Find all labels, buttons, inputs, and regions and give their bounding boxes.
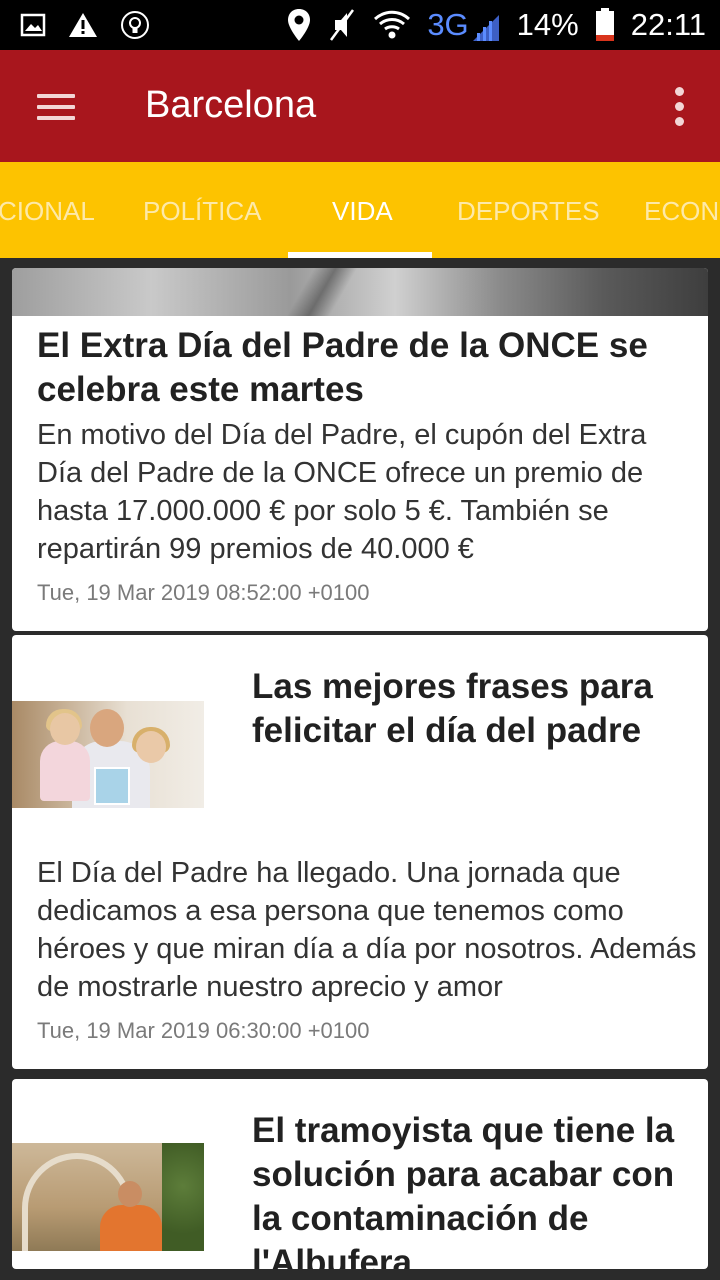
article-image bbox=[12, 268, 708, 316]
article-image bbox=[12, 701, 204, 808]
article-date: Tue, 19 Mar 2019 08:52:00 +0100 bbox=[37, 580, 370, 605]
clock: 22:11 bbox=[630, 7, 706, 42]
status-bar: 3G 14% 22:11 bbox=[0, 0, 720, 50]
article-card[interactable]: El Extra Día del Padre de la ONCE se cel… bbox=[12, 268, 708, 631]
tab-deportes[interactable]: DEPORTES bbox=[457, 162, 600, 258]
status-bar-left bbox=[20, 10, 150, 40]
battery-icon bbox=[595, 8, 614, 41]
tab-vida[interactable]: VIDA bbox=[332, 162, 393, 258]
wifi-icon bbox=[374, 10, 411, 39]
category-tabs: CIONAL POLÍTICA VIDA DEPORTES ECONO bbox=[0, 162, 720, 258]
app-toolbar: Barcelona bbox=[0, 50, 720, 162]
tab-politica[interactable]: POLÍTICA bbox=[143, 162, 261, 258]
active-tab-indicator bbox=[288, 252, 432, 258]
signal-icon bbox=[472, 15, 499, 41]
article-card[interactable]: El tramoyista que tiene la solución para… bbox=[12, 1079, 708, 1269]
battery-percent: 14% bbox=[516, 7, 579, 42]
article-title: El Extra Día del Padre de la ONCE se cel… bbox=[37, 326, 648, 409]
tab-economia[interactable]: ECONO bbox=[644, 162, 720, 258]
article-card[interactable]: Las mejores frases para felicitar el día… bbox=[12, 635, 708, 1069]
location-icon bbox=[288, 9, 311, 41]
article-image bbox=[12, 1143, 204, 1251]
status-bar-right: 3G 14% 22:11 bbox=[287, 6, 706, 44]
article-description: El Día del Padre ha llegado. Una jornada… bbox=[37, 857, 697, 1003]
tab-nacional[interactable]: CIONAL bbox=[0, 162, 95, 258]
article-title: Las mejores frases para felicitar el día… bbox=[252, 667, 653, 750]
network-indicator: 3G bbox=[427, 7, 500, 43]
hamburger-menu-icon[interactable] bbox=[30, 84, 82, 130]
article-title: El tramoyista que tiene la solución para… bbox=[252, 1111, 675, 1269]
network-type-text: 3G bbox=[427, 7, 469, 42]
mute-icon bbox=[330, 9, 355, 41]
more-vert-icon[interactable] bbox=[664, 80, 694, 134]
warning-icon bbox=[69, 13, 97, 37]
lightbulb-icon bbox=[121, 11, 149, 39]
article-date: Tue, 19 Mar 2019 06:30:00 +0100 bbox=[37, 1018, 370, 1043]
toolbar-title: Barcelona bbox=[145, 84, 317, 126]
article-description: En motivo del Día del Padre, el cupón de… bbox=[37, 419, 647, 565]
image-icon bbox=[20, 13, 46, 37]
